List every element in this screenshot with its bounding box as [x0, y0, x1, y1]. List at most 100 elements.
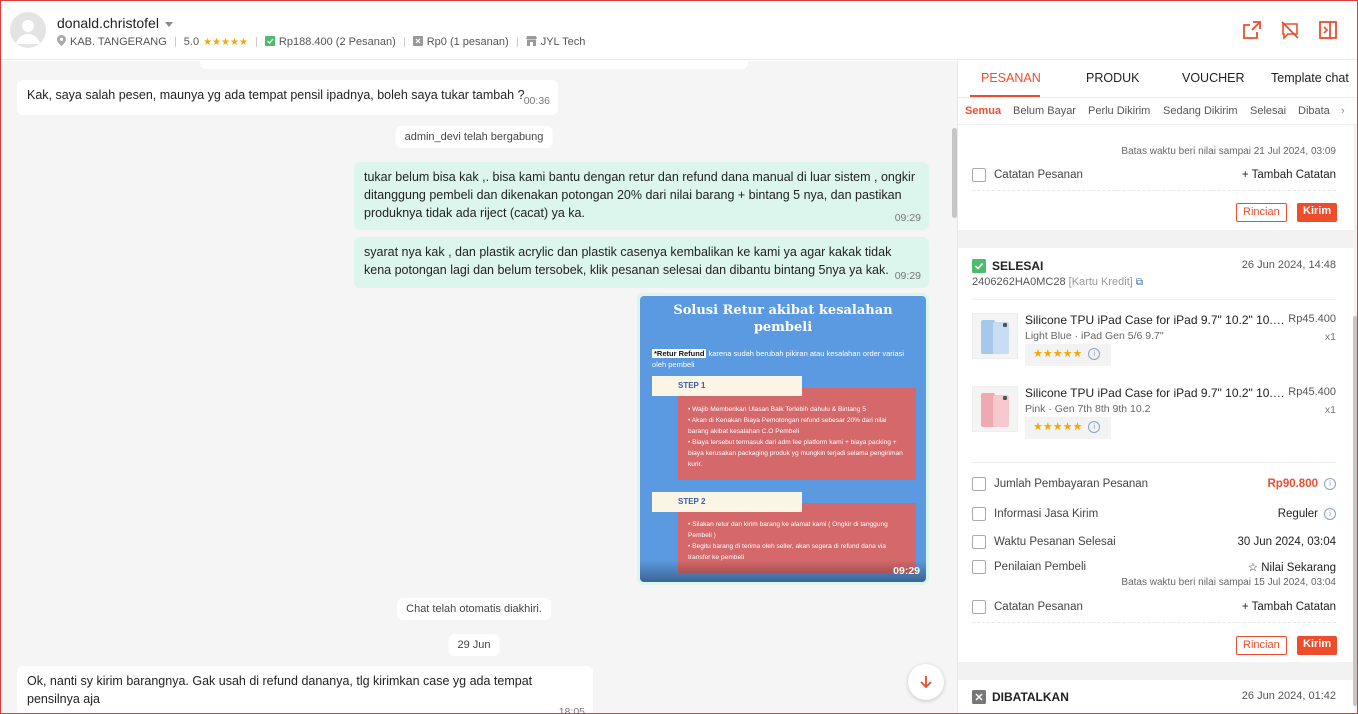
divider — [174, 37, 176, 47]
divider — [972, 462, 1336, 463]
review-deadline: Batas waktu beri nilai sampai 21 Jul 202… — [972, 146, 1336, 157]
poster-step2-item-text: Silakan retur dan kirim barang ke alamat… — [688, 521, 888, 539]
poster-intro-bold: *Retur Refund — [652, 349, 707, 358]
order-filter-tabs: Semua Belum Bayar Perlu Dikirim Sedang D… — [958, 98, 1358, 125]
filter-semua[interactable]: Semua — [965, 105, 1001, 117]
filter-belum-bayar[interactable]: Belum Bayar — [1013, 105, 1076, 117]
arrow-down-icon — [920, 676, 932, 689]
location-icon — [57, 35, 66, 49]
header-actions — [1242, 20, 1338, 40]
product-item[interactable]: Silicone TPU iPad Case for iPad 9.7" 10.… — [972, 386, 1336, 456]
kirim-button[interactable]: Kirim — [1297, 636, 1338, 655]
image-message[interactable]: Solusi Retur akibat kesalahan pembeli *R… — [637, 293, 929, 585]
incoming-message[interactable]: Ok, nanti sy kirim barangnya. Gak usah d… — [17, 666, 593, 714]
message-time: 09:29 — [894, 212, 921, 224]
poster-intro: *Retur Refund karena sudah berubah pikir… — [652, 348, 912, 370]
review-icon — [972, 560, 986, 574]
kirim-button[interactable]: Kirim — [1297, 203, 1338, 222]
message-text: tukar belum bisa kak ,. bisa kami bantu … — [364, 170, 916, 220]
panel-scrollbar[interactable] — [1353, 316, 1357, 706]
poster-step1-label: STEP 1 — [652, 376, 802, 396]
filter-selesai[interactable]: Selesai — [1250, 105, 1286, 117]
order-card-selesai: SELESAI 26 Jun 2024, 14:48 2406262HA0MC2… — [958, 248, 1354, 662]
product-variant: Pink · Gen 7th 8th 9th 10.2 — [1025, 403, 1151, 415]
payment-total-label: Jumlah Pembayaran Pesanan — [994, 478, 1149, 490]
payment-method: [Kartu Kredit] — [1068, 276, 1133, 288]
system-message: Chat telah otomatis diakhiri. — [397, 598, 551, 620]
tab-voucher[interactable]: VOUCHER — [1182, 71, 1245, 85]
message-time: 18:05 — [558, 706, 585, 714]
info-icon[interactable]: i — [1088, 348, 1101, 361]
note-label: Catatan Pesanan — [994, 601, 1083, 613]
product-rating-stars: ★★★★★ — [1033, 348, 1083, 360]
cancelled-orders: Rp0 (1 pesanan) — [426, 36, 509, 48]
message-time: 09:29 — [894, 270, 921, 282]
product-thumbnail — [972, 386, 1018, 432]
image-shade — [640, 560, 926, 582]
chevron-right-icon[interactable]: › — [1341, 105, 1345, 117]
toggle-panel-icon[interactable] — [1318, 20, 1338, 40]
tab-template-chat[interactable]: Template chat — [1271, 71, 1349, 85]
chat-header: donald.christofel KAB. TANGERANG 5.0 ★★★… — [0, 0, 1358, 60]
message-time: 00:36 — [523, 95, 550, 107]
order-status-text: SELESAI — [992, 258, 1044, 273]
order-id-row: 2406262HA0MC28 [Kartu Kredit] ⧉ — [972, 276, 1143, 288]
order-date: 26 Jun 2024, 14:48 — [1241, 259, 1336, 271]
shipping-label: Informasi Jasa Kirim — [994, 508, 1099, 520]
info-icon[interactable]: i — [1324, 478, 1336, 490]
poster-step1-item-text: Biaya tersebut termasuk dari adm fee pla… — [688, 439, 903, 468]
block-icon[interactable] — [1280, 20, 1300, 40]
note-icon — [972, 600, 986, 614]
add-note-link[interactable]: + Tambah Catatan — [1242, 601, 1336, 613]
message-text: Kak, saya salah pesen, maunya yg ada tem… — [27, 88, 525, 102]
avatar[interactable] — [10, 12, 46, 48]
username[interactable]: donald.christofel — [57, 15, 173, 31]
divider — [255, 37, 257, 47]
order-status: DIBATALKAN — [972, 689, 1069, 704]
order-cancel-icon — [972, 690, 986, 704]
info-icon[interactable]: i — [1324, 508, 1336, 520]
outgoing-message[interactable]: tukar belum bisa kak ,. bisa kami bantu … — [354, 162, 929, 230]
filter-dibatalkan[interactable]: Dibata — [1298, 105, 1330, 117]
message-time: 09:29 — [893, 565, 920, 577]
payment-icon — [972, 477, 986, 491]
rincian-button[interactable]: Rincian — [1236, 203, 1287, 222]
poster-step1-item: • Biaya tersebut termasuk dari adm fee p… — [688, 439, 903, 468]
chevron-down-icon[interactable] — [164, 21, 173, 27]
shop-icon — [525, 35, 537, 49]
completed-time-value: 30 Jun 2024, 03:04 — [1237, 536, 1336, 548]
product-price: Rp45.400 — [1288, 313, 1336, 325]
product-name: Silicone TPU iPad Case for iPad 9.7" 10.… — [1025, 313, 1285, 327]
order-done-icon — [264, 35, 275, 49]
order-id[interactable]: 2406262HA0MC28 — [972, 276, 1066, 288]
product-qty: x1 — [1324, 404, 1336, 416]
info-icon[interactable]: i — [1088, 421, 1101, 434]
outgoing-message[interactable]: syarat nya kak , dan plastik acrylic dan… — [354, 237, 929, 288]
tab-produk[interactable]: PRODUK — [1086, 71, 1139, 85]
system-message: admin_devi telah bergabung — [395, 126, 553, 148]
divider — [972, 190, 1336, 191]
product-rating: ★★★★★ i — [1025, 417, 1111, 439]
retur-poster-image[interactable]: Solusi Retur akibat kesalahan pembeli *R… — [640, 296, 926, 582]
scroll-to-bottom-button[interactable] — [908, 664, 944, 700]
active-tab-indicator — [970, 95, 1040, 97]
rate-now-link[interactable]: ☆ Nilai Sekarang — [1248, 560, 1336, 574]
note-label: Catatan Pesanan — [994, 169, 1083, 181]
incoming-message[interactable]: Kak, saya salah pesen, maunya yg ada tem… — [17, 80, 558, 115]
chat-area: Kak, saya salah pesen, maunya yg ada tem… — [0, 61, 957, 714]
external-link-icon[interactable]: ⧉ — [1136, 277, 1143, 288]
share-icon[interactable] — [1242, 20, 1262, 40]
poster-step1-box: • Wajib Memberikan Ulasan Baik Terlebih … — [678, 388, 916, 480]
buyer-review-label: Penilaian Pembeli — [994, 561, 1087, 573]
product-item[interactable]: Silicone TPU iPad Case for iPad 9.7" 10.… — [972, 313, 1336, 383]
add-note-link[interactable]: + Tambah Catatan — [1242, 169, 1336, 181]
filter-perlu-dikirim[interactable]: Perlu Dikirim — [1088, 105, 1150, 117]
poster-step2-item: • Silakan retur dan kirim barang ke alam… — [688, 521, 888, 539]
rincian-button[interactable]: Rincian — [1236, 636, 1287, 655]
poster-step1-item: • Akan di Kenakan Biaya Pemotongan refun… — [688, 417, 887, 435]
product-rating: ★★★★★ i — [1025, 344, 1111, 366]
order-status-text: DIBATALKAN — [992, 689, 1069, 704]
tab-pesanan[interactable]: PESANAN — [981, 71, 1041, 85]
filter-sedang-dikirim[interactable]: Sedang Dikirim — [1163, 105, 1238, 117]
poster-step1-item-text: Akan di Kenakan Biaya Pemotongan refund … — [688, 417, 887, 435]
